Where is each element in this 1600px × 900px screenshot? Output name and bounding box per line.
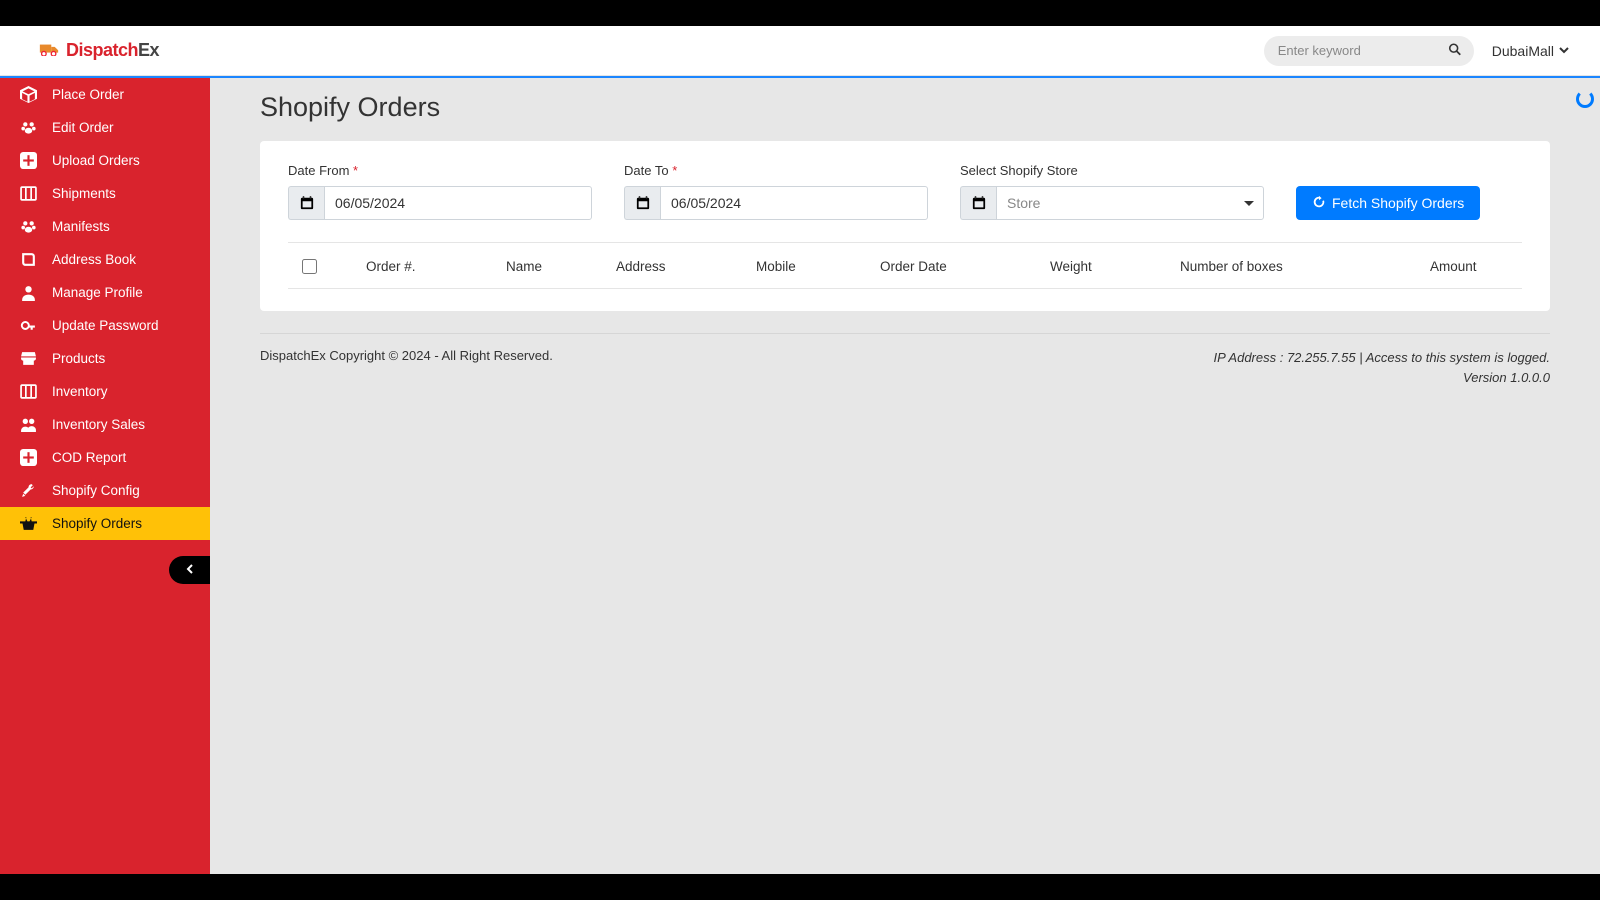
store-field: Select Shopify Store Store xyxy=(960,163,1264,220)
fetch-orders-button[interactable]: Fetch Shopify Orders xyxy=(1296,186,1480,220)
search-icon xyxy=(1448,44,1462,59)
sidebar-item-label: Upload Orders xyxy=(52,153,140,168)
paw-icon xyxy=(18,218,38,235)
sidebar-item-label: Shopify Orders xyxy=(52,516,142,531)
main-content: Shopify Orders Date From * Date To * xyxy=(210,78,1600,874)
sidebar-item-edit-order[interactable]: Edit Order xyxy=(0,111,210,144)
sidebar-item-label: Inventory xyxy=(52,384,108,399)
cube-icon xyxy=(18,86,38,103)
chevron-left-icon xyxy=(185,561,195,579)
sidebar-item-shipments[interactable]: Shipments xyxy=(0,177,210,210)
col-order: Order #. xyxy=(366,259,506,274)
sidebar-item-upload-orders[interactable]: Upload Orders xyxy=(0,144,210,177)
date-from-label: Date From * xyxy=(288,163,592,178)
col-address: Address xyxy=(616,259,756,274)
orders-table-header: Order #. Name Address Mobile Order Date … xyxy=(288,243,1522,289)
paw-icon xyxy=(18,119,38,136)
calendar-icon[interactable] xyxy=(288,186,324,220)
plus-icon xyxy=(18,449,38,466)
letterbox xyxy=(0,874,1600,900)
global-search xyxy=(1264,36,1474,66)
user-icon xyxy=(18,284,38,301)
sidebar-item-label: Edit Order xyxy=(52,120,114,135)
truck-icon xyxy=(38,40,60,61)
sidebar-item-label: Address Book xyxy=(52,252,136,267)
users-icon xyxy=(18,416,38,433)
sidebar-item-label: Shipments xyxy=(52,186,116,201)
select-all-checkbox[interactable] xyxy=(302,259,317,274)
version-text: Version 1.0.0.0 xyxy=(1214,368,1551,388)
ip-address-text: IP Address : 72.255.7.55 | Access to thi… xyxy=(1214,348,1551,368)
date-from-input[interactable] xyxy=(324,186,592,220)
store-icon xyxy=(18,350,38,367)
date-to-label: Date To * xyxy=(624,163,928,178)
brand-logo[interactable]: DispatchEx xyxy=(0,40,159,61)
tools-icon xyxy=(18,482,38,499)
date-from-field: Date From * xyxy=(288,163,592,220)
sidebar: Place Order Edit Order Upload Orders Shipme… xyxy=(0,78,210,874)
sidebar-item-label: COD Report xyxy=(52,450,126,465)
calendar-icon[interactable] xyxy=(624,186,660,220)
store-label: Select Shopify Store xyxy=(960,163,1264,178)
topbar: DispatchEx DubaiMall xyxy=(0,26,1600,76)
col-amount: Amount xyxy=(1430,259,1520,274)
col-order-date: Order Date xyxy=(880,259,1050,274)
refresh-icon xyxy=(1312,195,1326,212)
col-boxes: Number of boxes xyxy=(1180,259,1430,274)
plus-icon xyxy=(18,152,38,169)
brand-text: DispatchEx xyxy=(66,40,159,61)
columns-icon xyxy=(18,383,38,400)
basket-icon xyxy=(18,515,38,532)
sidebar-item-cod-report[interactable]: COD Report xyxy=(0,441,210,474)
col-weight: Weight xyxy=(1050,259,1180,274)
sidebar-item-products[interactable]: Products xyxy=(0,342,210,375)
sidebar-collapse-button[interactable] xyxy=(169,556,211,584)
chevron-down-icon xyxy=(1558,43,1570,59)
sidebar-item-update-password[interactable]: Update Password xyxy=(0,309,210,342)
sidebar-item-shopify-orders[interactable]: Shopify Orders xyxy=(0,507,210,540)
sidebar-item-manifests[interactable]: Manifests xyxy=(0,210,210,243)
columns-icon xyxy=(18,185,38,202)
key-icon xyxy=(18,317,38,334)
filters-card: Date From * Date To * xyxy=(260,141,1550,311)
date-to-input[interactable] xyxy=(660,186,928,220)
sidebar-item-label: Shopify Config xyxy=(52,483,140,498)
page-title: Shopify Orders xyxy=(260,92,1550,123)
col-mobile: Mobile xyxy=(756,259,880,274)
book-icon xyxy=(18,251,38,268)
search-button[interactable] xyxy=(1444,38,1466,63)
sidebar-item-place-order[interactable]: Place Order xyxy=(0,78,210,111)
sidebar-item-label: Manifests xyxy=(52,219,110,234)
page-footer: DispatchEx Copyright © 2024 - All Right … xyxy=(260,333,1550,387)
search-input[interactable] xyxy=(1264,36,1474,66)
sidebar-item-inventory[interactable]: Inventory xyxy=(0,375,210,408)
copyright-text: DispatchEx Copyright © 2024 - All Right … xyxy=(260,348,553,387)
loading-spinner-icon xyxy=(1576,90,1594,108)
sidebar-item-address-book[interactable]: Address Book xyxy=(0,243,210,276)
sidebar-item-label: Update Password xyxy=(52,318,159,333)
sidebar-item-inventory-sales[interactable]: Inventory Sales xyxy=(0,408,210,441)
sidebar-item-label: Products xyxy=(52,351,105,366)
sidebar-item-label: Inventory Sales xyxy=(52,417,145,432)
col-name: Name xyxy=(506,259,616,274)
letterbox xyxy=(0,0,1600,26)
sidebar-item-label: Manage Profile xyxy=(52,285,143,300)
date-to-field: Date To * xyxy=(624,163,928,220)
user-name: DubaiMall xyxy=(1492,43,1554,59)
sidebar-item-shopify-config[interactable]: Shopify Config xyxy=(0,474,210,507)
user-menu[interactable]: DubaiMall xyxy=(1492,43,1584,59)
store-select[interactable]: Store xyxy=(996,186,1264,220)
sidebar-item-label: Place Order xyxy=(52,87,124,102)
calendar-icon[interactable] xyxy=(960,186,996,220)
sidebar-item-manage-profile[interactable]: Manage Profile xyxy=(0,276,210,309)
